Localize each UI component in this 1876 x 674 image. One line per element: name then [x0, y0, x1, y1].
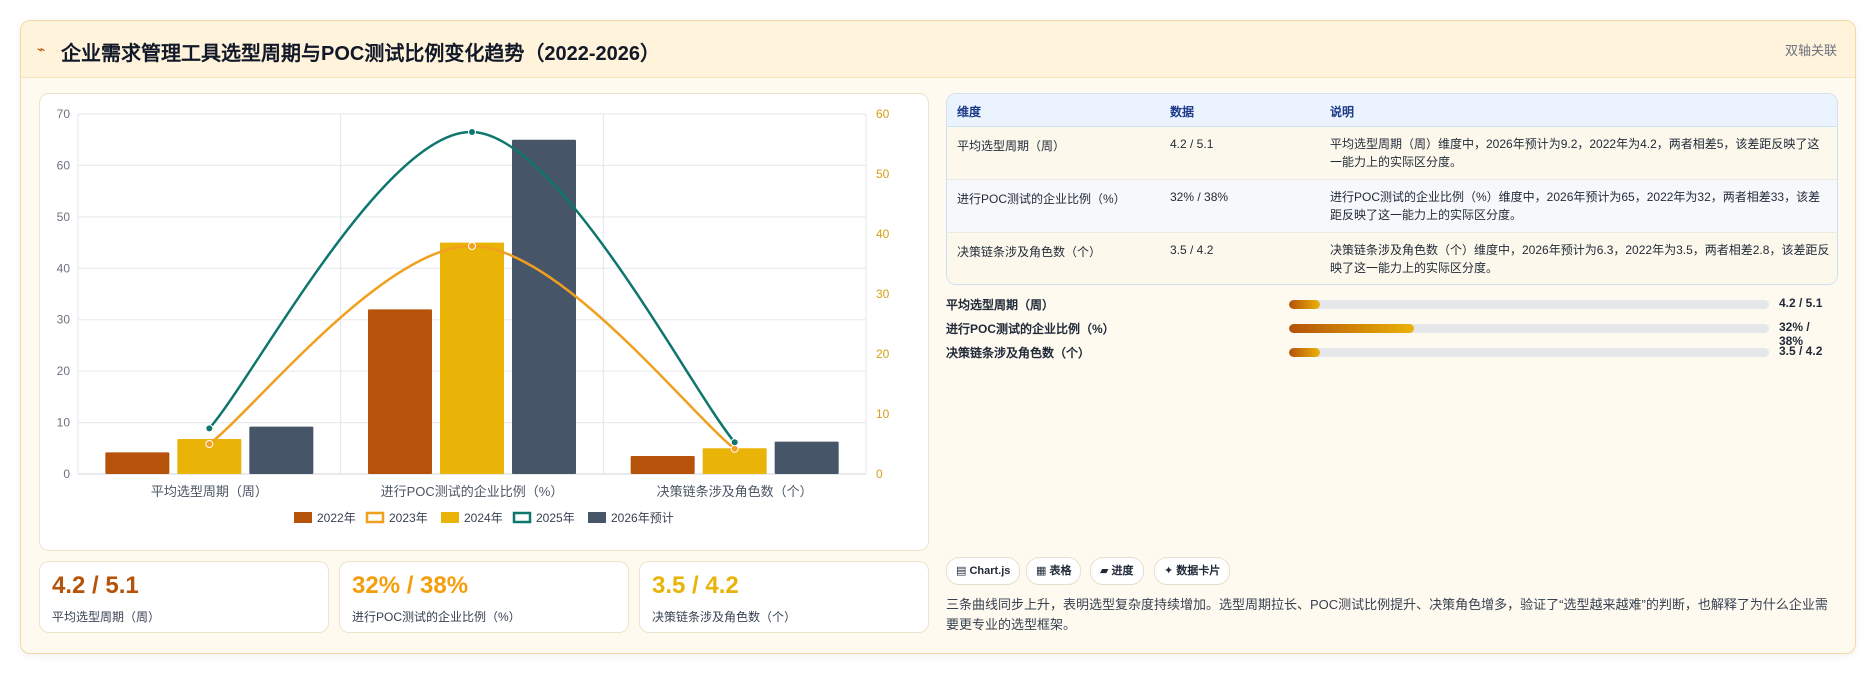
bar-0-1 [368, 309, 432, 474]
bar-2-0 [249, 426, 314, 474]
tag-data-card[interactable]: ✦ 数据卡片 [1154, 557, 1231, 585]
y-left-tick-label: 60 [57, 158, 71, 172]
cell-description: 进行POC测试的企业比例（%）维度中，2026年预计为65，2022年为32，两… [1330, 190, 1821, 222]
chart-icon: ⌁ [37, 41, 46, 57]
progress-label: 决策链条涉及角色数（个） [946, 346, 1091, 360]
cell-dimension: 决策链条涉及角色数（个） [957, 245, 1102, 259]
y-left-tick-label: 0 [63, 467, 70, 481]
cell-description: 决策链条涉及角色数（个）维度中，2026年预计为6.3，2022年为3.5，两者… [1330, 243, 1830, 275]
tag-progress[interactable]: ▰ 进度 [1090, 557, 1144, 585]
legend-label: 2024年 [464, 511, 503, 525]
dashboard-card: ⌁ 企业需求管理工具选型周期与POC测试比例变化趋势（2022-2026） 双轴… [20, 20, 1856, 654]
y-left-tick-label: 40 [57, 261, 71, 275]
cell-data: 32% / 38% [1170, 190, 1229, 204]
kpi-label: 进行POC测试的企业比例（%） [352, 610, 521, 624]
line-point-0-2 [730, 444, 739, 453]
card-header: ⌁ 企业需求管理工具选型周期与POC测试比例变化趋势（2022-2026） 双轴… [21, 21, 1855, 78]
progress-value: 4.2 / 5.1 [1779, 296, 1823, 310]
legend-swatch [512, 511, 532, 524]
column-header: 说明 [1330, 105, 1355, 119]
column-header: 数据 [1170, 105, 1195, 119]
line-point-1-0 [205, 424, 214, 433]
bar-1-1 [440, 242, 504, 474]
line-point-1-1 [468, 128, 476, 136]
column-header: 维度 [957, 105, 982, 119]
legend-label: 2026年预计 [611, 511, 674, 525]
bar-2-1 [512, 139, 576, 474]
progress-value: 3.5 / 4.2 [1779, 344, 1823, 358]
tag-chartjs[interactable]: ▤ Chart.js [946, 557, 1021, 585]
legend-swatch [365, 511, 385, 524]
table-header: 维度 数据 说明 [947, 94, 1837, 127]
bar-0-2 [630, 456, 695, 474]
progress-fill [1289, 348, 1321, 357]
cell-data: 3.5 / 4.2 [1170, 243, 1214, 257]
kpi-value: 4.2 / 5.1 [52, 572, 139, 599]
x-tick-label: 决策链条涉及角色数（个） [657, 484, 813, 499]
progress-track [1289, 324, 1769, 333]
y-right-tick-label: 0 [876, 467, 883, 481]
y-right-tick-label: 60 [876, 107, 890, 121]
kpi-card-decision-roles: 3.5 / 4.2 决策链条涉及角色数（个） [639, 561, 929, 633]
cell-data: 4.2 / 5.1 [1170, 137, 1214, 151]
legend-swatch [294, 512, 312, 523]
table-row: 平均选型周期（周） 4.2 / 5.1 平均选型周期（周）维度中，2026年预计… [947, 127, 1837, 180]
y-right-tick-label: 40 [876, 227, 890, 241]
y-right-tick-label: 50 [876, 167, 890, 181]
line-point-0-1 [468, 242, 476, 250]
legend-swatch [441, 512, 459, 523]
cell-dimension: 进行POC测试的企业比例（%） [957, 192, 1126, 206]
data-table: 维度 数据 说明 平均选型周期（周） 4.2 / 5.1 平均选型周期（周）维度… [946, 93, 1838, 285]
progress-row: 决策链条涉及角色数（个） 3.5 / 4.2 [946, 342, 1836, 362]
progress-label: 平均选型周期（周） [946, 298, 1055, 312]
x-tick-label: 平均选型周期（周） [151, 484, 268, 499]
y-left-tick-label: 20 [57, 364, 71, 378]
y-left-tick-label: 10 [57, 416, 71, 430]
progress-fill [1289, 300, 1321, 309]
progress-row: 进行POC测试的企业比例（%） 32% / 38% [946, 318, 1836, 348]
y-right-tick-label: 30 [876, 287, 890, 301]
legend-label: 2022年 [317, 511, 356, 525]
bar-2-2 [774, 441, 839, 474]
y-right-tick-label: 10 [876, 407, 890, 421]
kpi-card-poc-ratio: 32% / 38% 进行POC测试的企业比例（%） [339, 561, 629, 633]
progress-track [1289, 348, 1769, 357]
progress-fill [1289, 324, 1414, 333]
y-left-tick-label: 50 [57, 210, 71, 224]
cell-dimension: 平均选型周期（周） [957, 139, 1066, 153]
legend-label: 2025年 [536, 511, 575, 525]
table-row: 决策链条涉及角色数（个） 3.5 / 4.2 决策链条涉及角色数（个）维度中，2… [947, 233, 1837, 284]
summary-text: 三条曲线同步上升，表明选型复杂度持续增加。选型周期拉长、POC测试比例提升、决策… [946, 597, 1828, 632]
x-tick-label: 进行POC测试的企业比例（%） [381, 484, 564, 499]
y-left-tick-label: 70 [57, 107, 71, 121]
y-right-tick-label: 20 [876, 347, 890, 361]
tag-table[interactable]: ▦ 表格 [1026, 557, 1082, 585]
legend-swatch [588, 512, 606, 523]
progress-track [1289, 300, 1769, 309]
chart-panel: 0 10 20 30 40 50 60 70 0 10 20 30 40 50 60 平均选型周期（周） 进行P… [39, 93, 929, 551]
legend-label: 2023年 [389, 511, 428, 525]
kpi-label: 平均选型周期（周） [52, 610, 161, 624]
kpi-label: 决策链条涉及角色数（个） [652, 610, 797, 624]
bar-0-0 [105, 452, 170, 474]
y-left-tick-label: 30 [57, 313, 71, 327]
progress-row: 平均选型周期（周） 4.2 / 5.1 [946, 294, 1836, 314]
progress-label: 进行POC测试的企业比例（%） [946, 322, 1115, 336]
page-title: 企业需求管理工具选型周期与POC测试比例变化趋势（2022-2026） [61, 43, 660, 65]
dual-axis-badge[interactable]: 双轴关联 [1785, 40, 1837, 59]
line-point-0-0 [205, 440, 214, 448]
table-row: 进行POC测试的企业比例（%） 32% / 38% 进行POC测试的企业比例（%… [947, 180, 1837, 233]
line-point-1-2 [730, 438, 739, 447]
cell-description: 平均选型周期（周）维度中，2026年预计为9.2，2022年为4.2，两者相差5… [1330, 137, 1820, 169]
kpi-value: 32% / 38% [352, 572, 469, 599]
kpi-value: 3.5 / 4.2 [652, 572, 739, 599]
combo-chart: 0 10 20 30 40 50 60 70 0 10 20 30 40 50 60 平均选型周期（周） 进行P… [57, 107, 890, 525]
kpi-card-selection-cycle: 4.2 / 5.1 平均选型周期（周） [39, 561, 329, 633]
